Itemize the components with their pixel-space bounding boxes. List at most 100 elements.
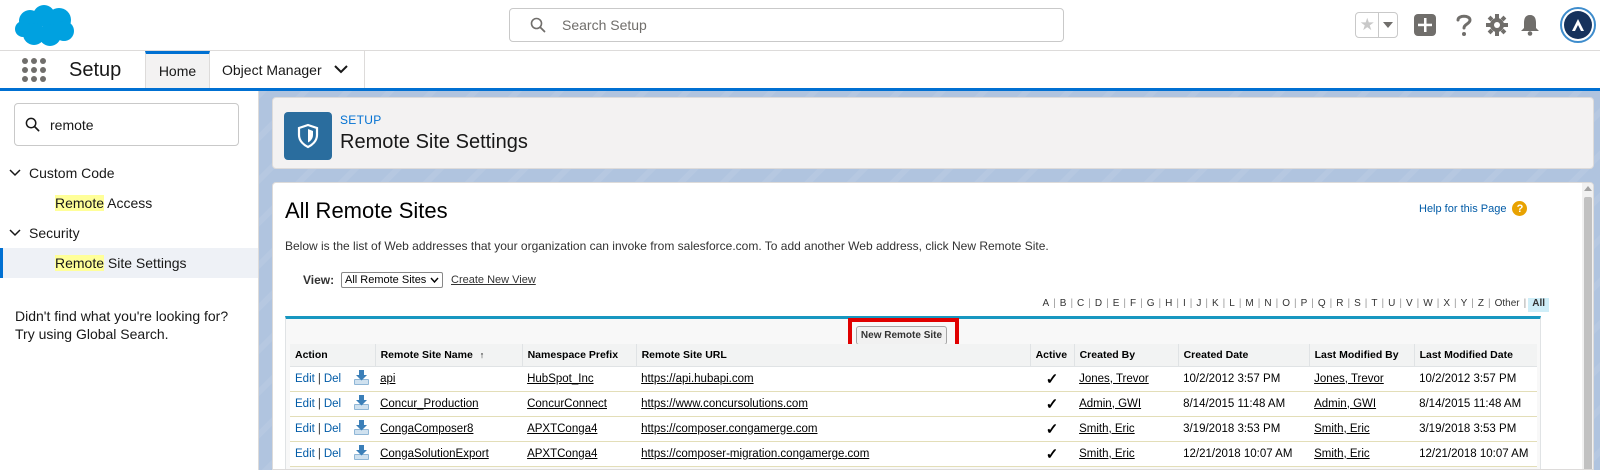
favorites-dropdown-icon[interactable] bbox=[1379, 13, 1397, 37]
edit-link[interactable]: Edit bbox=[295, 373, 315, 385]
created-by-link[interactable]: Smith, Eric bbox=[1079, 423, 1135, 435]
remote-site-name-link[interactable]: CongaComposer8 bbox=[380, 423, 473, 435]
namespace-prefix-link[interactable]: ConcurConnect bbox=[527, 398, 607, 410]
sidebar-item-label: Site Settings bbox=[104, 255, 187, 271]
last-modified-by-link[interactable]: Smith, Eric bbox=[1314, 448, 1370, 460]
column-header-namespace-prefix[interactable]: Namespace Prefix bbox=[521, 344, 637, 367]
edit-link[interactable]: Edit bbox=[295, 423, 315, 435]
alpha-filter-z[interactable]: Z bbox=[1476, 298, 1486, 312]
remote-site-url-link[interactable]: https://composer.congamerge.com bbox=[641, 423, 817, 435]
alpha-filter-all[interactable]: All bbox=[1528, 298, 1549, 312]
alpha-filter-i[interactable]: I bbox=[1181, 298, 1188, 312]
column-header-remote-site-name[interactable]: Remote Site Name ↑ bbox=[374, 344, 523, 367]
bell-icon[interactable] bbox=[1518, 13, 1542, 37]
scrollbar[interactable] bbox=[1582, 183, 1593, 469]
view-select[interactable]: All Remote Sites bbox=[341, 272, 444, 288]
last-modified-by-link[interactable]: Smith, Eric bbox=[1314, 423, 1370, 435]
alpha-filter-h[interactable]: H bbox=[1163, 298, 1174, 312]
alpha-filter-t[interactable]: T bbox=[1369, 298, 1379, 312]
column-header-last-modified-date[interactable]: Last Modified Date bbox=[1413, 344, 1537, 367]
alpha-filter-k[interactable]: K bbox=[1210, 298, 1221, 312]
setup-search-input[interactable]: Search Setup bbox=[509, 8, 1064, 42]
tree-section-custom-code[interactable]: Custom Code bbox=[0, 158, 258, 188]
download-icon[interactable] bbox=[353, 369, 370, 389]
gear-icon[interactable] bbox=[1485, 13, 1509, 37]
column-header-remote-site-url[interactable]: Remote Site URL bbox=[635, 344, 1031, 367]
created-by-link[interactable]: Admin, GWI bbox=[1079, 398, 1141, 410]
alpha-filter-n[interactable]: N bbox=[1262, 298, 1273, 312]
column-header-created-by[interactable]: Created By bbox=[1073, 344, 1179, 367]
remote-site-name-link[interactable]: api bbox=[380, 373, 395, 385]
sidebar-item-remote-site-settings[interactable]: Remote Site Settings bbox=[0, 248, 258, 278]
alpha-filter-other[interactable]: Other bbox=[1493, 298, 1522, 312]
alpha-filter-v[interactable]: V bbox=[1404, 298, 1415, 312]
column-header-created-date[interactable]: Created Date bbox=[1177, 344, 1310, 367]
alpha-filter-x[interactable]: X bbox=[1441, 298, 1452, 312]
search-highlight: Remote bbox=[55, 255, 105, 271]
tab-object-manager[interactable]: Object Manager bbox=[210, 51, 365, 88]
plus-icon[interactable] bbox=[1413, 13, 1437, 37]
scroll-up-icon[interactable] bbox=[1584, 186, 1592, 191]
help-link[interactable]: Help for this Page ? bbox=[1419, 201, 1528, 216]
new-remote-site-button[interactable]: New Remote Site bbox=[856, 326, 947, 345]
last-modified-date: 12/21/2018 10:07 AM bbox=[1419, 447, 1529, 460]
alpha-filter-c[interactable]: C bbox=[1075, 298, 1086, 312]
alpha-filter-o[interactable]: O bbox=[1280, 298, 1292, 312]
alpha-filter-w[interactable]: W bbox=[1421, 298, 1434, 312]
question-icon[interactable] bbox=[1452, 13, 1476, 37]
star-icon[interactable]: ★ bbox=[1356, 13, 1380, 37]
alpha-filter-m[interactable]: M bbox=[1243, 298, 1255, 312]
alpha-filter-u[interactable]: U bbox=[1386, 298, 1397, 312]
created-by-link[interactable]: Smith, Eric bbox=[1079, 448, 1135, 460]
app-launcher-icon[interactable] bbox=[22, 58, 46, 82]
remote-site-url-link[interactable]: https://composer-migration.congamerge.co… bbox=[641, 448, 869, 460]
active-check-icon: ✓ bbox=[1045, 445, 1059, 463]
namespace-prefix-link[interactable]: APXTConga4 bbox=[527, 448, 597, 460]
edit-link[interactable]: Edit bbox=[295, 398, 315, 410]
alpha-filter-q[interactable]: Q bbox=[1316, 298, 1328, 312]
column-header-last-modified-by[interactable]: Last Modified By bbox=[1308, 344, 1415, 367]
namespace-prefix-link[interactable]: APXTConga4 bbox=[527, 423, 597, 435]
remote-site-url-link[interactable]: https://www.concursolutions.com bbox=[641, 398, 808, 410]
alpha-separator: | bbox=[1453, 298, 1457, 309]
delete-link[interactable]: Del bbox=[324, 373, 341, 385]
alpha-filter-f[interactable]: F bbox=[1128, 298, 1138, 312]
delete-link[interactable]: Del bbox=[324, 423, 341, 435]
alpha-filter-l[interactable]: L bbox=[1227, 298, 1237, 312]
scroll-thumb[interactable] bbox=[1584, 197, 1592, 469]
remote-site-url-link[interactable]: https://api.hubapi.com bbox=[641, 373, 754, 385]
quick-find-input[interactable]: remote bbox=[14, 103, 239, 146]
alpha-filter-e[interactable]: E bbox=[1111, 298, 1122, 312]
last-modified-by-link[interactable]: Admin, GWI bbox=[1314, 398, 1376, 410]
alpha-filter-a[interactable]: A bbox=[1040, 298, 1051, 312]
alpha-filter-y[interactable]: Y bbox=[1459, 298, 1470, 312]
avatar[interactable] bbox=[1560, 7, 1596, 43]
alpha-filter-g[interactable]: G bbox=[1145, 298, 1157, 312]
salesforce-cloud-logo[interactable] bbox=[14, 4, 76, 48]
edit-link[interactable]: Edit bbox=[295, 448, 315, 460]
download-icon[interactable] bbox=[353, 419, 370, 439]
namespace-prefix-link[interactable]: HubSpot_Inc bbox=[527, 373, 594, 385]
delete-link[interactable]: Del bbox=[324, 448, 341, 460]
remote-site-name-link[interactable]: Concur_Production bbox=[380, 398, 478, 410]
column-header-active[interactable]: Active bbox=[1029, 344, 1075, 367]
remote-site-name-link[interactable]: CongaSolutionExport bbox=[380, 448, 489, 460]
alpha-filter-p[interactable]: P bbox=[1299, 298, 1310, 312]
alpha-filter-b[interactable]: B bbox=[1058, 298, 1069, 312]
create-new-view-link[interactable]: Create New View bbox=[451, 274, 536, 286]
chevron-down-icon[interactable] bbox=[333, 65, 348, 74]
alpha-filter-r[interactable]: R bbox=[1334, 298, 1345, 312]
download-icon[interactable] bbox=[353, 444, 370, 464]
chevron-down-icon[interactable] bbox=[9, 229, 21, 237]
chevron-down-icon[interactable] bbox=[9, 169, 21, 177]
alpha-filter-d[interactable]: D bbox=[1093, 298, 1104, 312]
alpha-filter-s[interactable]: S bbox=[1352, 298, 1363, 312]
tree-section-security[interactable]: Security bbox=[0, 218, 258, 248]
tab-home[interactable]: Home bbox=[145, 51, 210, 88]
sidebar-item-remote-access[interactable]: Remote Access bbox=[0, 188, 258, 218]
download-icon[interactable] bbox=[353, 394, 370, 414]
last-modified-by-link[interactable]: Jones, Trevor bbox=[1314, 373, 1384, 385]
delete-link[interactable]: Del bbox=[324, 398, 341, 410]
alpha-filter-j[interactable]: J bbox=[1194, 298, 1203, 312]
created-by-link[interactable]: Jones, Trevor bbox=[1079, 373, 1149, 385]
